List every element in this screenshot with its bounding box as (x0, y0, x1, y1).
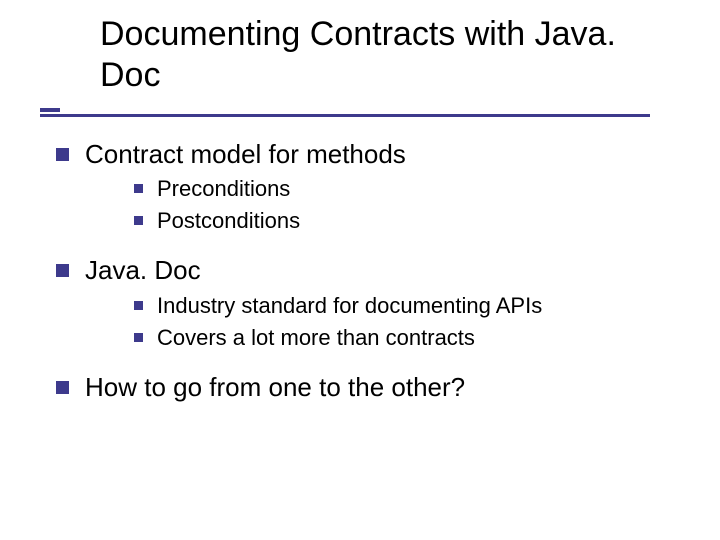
bullet-text: Contract model for methods (85, 138, 406, 172)
square-bullet-icon (56, 148, 69, 161)
content: Contract model for methods Preconditions… (0, 138, 720, 405)
underline-line (40, 114, 650, 117)
square-bullet-icon (56, 264, 69, 277)
bullet-level2: Preconditions (134, 175, 690, 203)
bullet-level1: How to go from one to the other? (56, 371, 690, 405)
square-bullet-icon (134, 301, 143, 310)
square-bullet-icon (134, 333, 143, 342)
bullet-text: Java. Doc (85, 254, 201, 288)
title-underline (40, 114, 650, 118)
bullet-text: Preconditions (157, 175, 290, 203)
bullet-level2: Postconditions (134, 207, 690, 235)
bullet-text: Industry standard for documenting APIs (157, 292, 542, 320)
bullet-level2: Industry standard for documenting APIs (134, 292, 690, 320)
square-bullet-icon (56, 381, 69, 394)
slide-title: Documenting Contracts with Java. Doc (100, 14, 680, 96)
underline-tick (40, 108, 60, 112)
bullet-text: Postconditions (157, 207, 300, 235)
bullet-level2: Covers a lot more than contracts (134, 324, 690, 352)
bullet-text: Covers a lot more than contracts (157, 324, 475, 352)
bullet-text: How to go from one to the other? (85, 371, 465, 405)
bullet-level1: Java. Doc (56, 254, 690, 288)
square-bullet-icon (134, 184, 143, 193)
square-bullet-icon (134, 216, 143, 225)
bullet-level1: Contract model for methods (56, 138, 690, 172)
slide: Documenting Contracts with Java. Doc Con… (0, 0, 720, 540)
